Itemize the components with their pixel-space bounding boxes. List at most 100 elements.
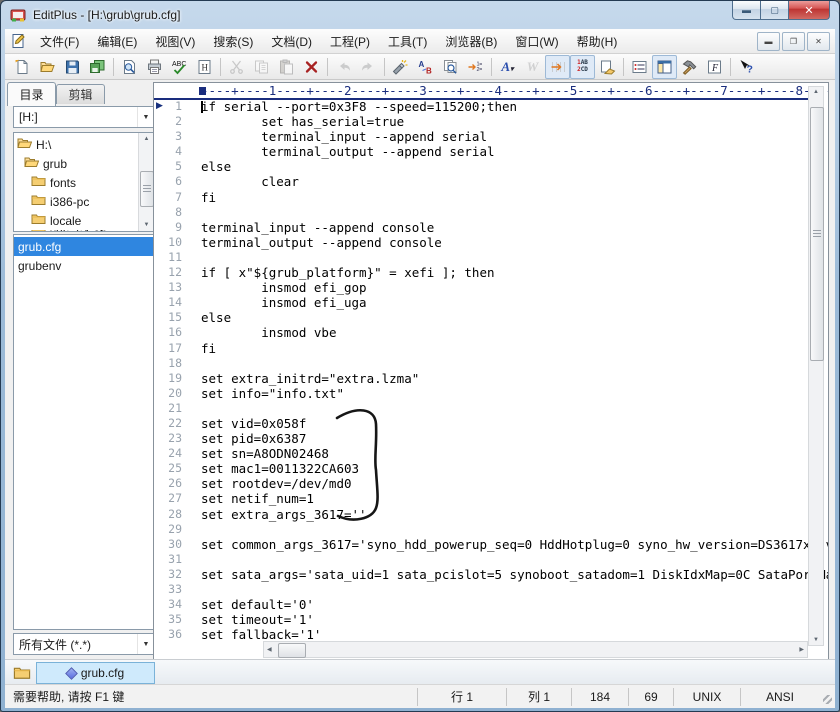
code-line[interactable]: 21	[154, 401, 809, 416]
code-line[interactable]: 28set extra_args_3617=''	[154, 507, 809, 522]
code-line[interactable]: 32set sata_args='sata_uid=1 sata_pcislot…	[154, 567, 809, 582]
save-all-button[interactable]	[85, 55, 110, 79]
document-icon[interactable]	[10, 33, 27, 49]
html-document-button[interactable]: H	[192, 55, 217, 79]
spell-check-button[interactable]: ABC	[167, 55, 192, 79]
mdi-minimize-button[interactable]: ▬	[757, 32, 780, 51]
code-line[interactable]: 19set extra_initrd="extra.lzma"	[154, 371, 809, 386]
menu-item-10[interactable]: 帮助(H)	[568, 30, 627, 53]
scroll-right-icon[interactable]: ▶	[799, 646, 804, 653]
code-line[interactable]: 30set common_args_3617='syno_hdd_powerup…	[154, 537, 809, 552]
scroll-down-icon[interactable]: ▼	[144, 222, 150, 228]
code-line[interactable]: 29	[154, 522, 809, 537]
menu-item-1[interactable]: 文件(F)	[31, 30, 88, 53]
tree-item-grub[interactable]: grub	[17, 154, 154, 173]
file-filter[interactable]: 所有文件 (*.*) ▼	[13, 633, 155, 655]
title-bar[interactable]: EditPlus - [H:\grub\grub.cfg]	[1, 1, 839, 29]
code-line[interactable]: 8	[154, 205, 809, 220]
menu-item-2[interactable]: 编辑(E)	[88, 30, 146, 53]
document-tab-grub-cfg[interactable]: grub.cfg	[36, 662, 155, 684]
editor-pane[interactable]: ----+----1----+----2----+----3----+----4…	[153, 82, 829, 660]
code-line[interactable]: 25set mac1=0011322CA603	[154, 461, 809, 476]
line-numbers-button[interactable]: 1AB2CD	[570, 55, 595, 79]
find-in-files-button[interactable]	[438, 55, 463, 79]
font-button[interactable]: A▾	[495, 55, 520, 79]
scroll-down-icon[interactable]: ▼	[809, 637, 823, 643]
code-line[interactable]: 26set rootdev=/dev/md0	[154, 476, 809, 491]
folder-icon[interactable]	[7, 662, 37, 683]
code-line[interactable]: 27set netif_num=1	[154, 491, 809, 506]
drive-selector[interactable]: [H:] ▼	[13, 106, 155, 128]
code-line[interactable]: 9terminal_input --append console	[154, 220, 809, 235]
tree-scrollbar-thumb[interactable]	[140, 171, 154, 207]
code-line[interactable]: 33	[154, 582, 809, 597]
code-line[interactable]: 18	[154, 356, 809, 371]
vertical-scrollbar-thumb[interactable]	[810, 107, 824, 361]
menu-item-9[interactable]: 窗口(W)	[506, 30, 567, 53]
file-item-grubenv[interactable]: grubenv	[14, 256, 154, 275]
open-file-button[interactable]	[35, 55, 60, 79]
document-settings-button[interactable]	[595, 55, 620, 79]
code-line[interactable]: 10terminal_output --append console	[154, 235, 809, 250]
menu-item-7[interactable]: 工具(T)	[379, 30, 436, 53]
user-tools-button[interactable]	[677, 55, 702, 79]
scroll-up-icon[interactable]: ▲	[144, 136, 150, 142]
tree-item-h[interactable]: H:\	[17, 135, 154, 154]
code-line[interactable]: 3 terminal_input --append serial	[154, 129, 809, 144]
minimize-button[interactable]: ▬	[732, 1, 761, 20]
save-button[interactable]	[60, 55, 85, 79]
code-line[interactable]: 14 insmod efi_uga	[154, 295, 809, 310]
code-line[interactable]: 17fi	[154, 341, 809, 356]
code-line[interactable]: 12if [ x"${grub_platform}" = xefi ]; the…	[154, 265, 809, 280]
code-line[interactable]: 1if serial --port=0x3F8 --speed=115200;t…	[154, 99, 809, 114]
document-list-button[interactable]	[627, 55, 652, 79]
replace-button[interactable]: AB	[413, 55, 438, 79]
code-line[interactable]: 16 insmod vbe	[154, 325, 809, 340]
close-button[interactable]: ✕	[788, 1, 830, 20]
mdi-close-button[interactable]: ✕	[807, 32, 830, 51]
delete-button[interactable]	[299, 55, 324, 79]
sidebar-toggle-button[interactable]	[652, 55, 677, 79]
show-tabs-button[interactable]	[545, 55, 570, 79]
menu-item-8[interactable]: 浏览器(B)	[436, 30, 506, 53]
print-preview-button[interactable]	[117, 55, 142, 79]
code-line[interactable]: 7fi	[154, 190, 809, 205]
resize-grip[interactable]	[819, 685, 835, 708]
tree-item-locale[interactable]: locale	[17, 211, 154, 230]
code-line[interactable]: 4 terminal_output --append serial	[154, 144, 809, 159]
maximize-button[interactable]: ▢	[761, 1, 788, 20]
tree-item-i386pc[interactable]: i386-pc	[17, 192, 154, 211]
code-line[interactable]: 6 clear	[154, 174, 809, 189]
tab-cliptext[interactable]: 剪辑	[56, 84, 105, 104]
code-line[interactable]: 11	[154, 250, 809, 265]
scroll-left-icon[interactable]: ◀	[267, 646, 272, 653]
goto-next-button[interactable]: 12	[463, 55, 488, 79]
code-line[interactable]: 24set sn=A8ODN02468	[154, 446, 809, 461]
code-line[interactable]: 15else	[154, 310, 809, 325]
code-line[interactable]: 5else	[154, 159, 809, 174]
print-button[interactable]	[142, 55, 167, 79]
code-line[interactable]: 22set vid=0x058f	[154, 416, 809, 431]
code-line[interactable]: 2 set has_serial=true	[154, 114, 809, 129]
code-line[interactable]: 35set timeout='1'	[154, 612, 809, 627]
tree-item-fonts[interactable]: fonts	[17, 173, 154, 192]
function-list-button[interactable]: F	[702, 55, 727, 79]
find-button[interactable]	[388, 55, 413, 79]
vertical-scrollbar[interactable]: ▲ ▼	[808, 86, 824, 646]
horizontal-scrollbar-thumb[interactable]	[278, 643, 306, 658]
code-line[interactable]: 20set info="info.txt"	[154, 386, 809, 401]
mdi-restore-button[interactable]: ❐	[782, 32, 805, 51]
tree-scrollbar[interactable]: ▲ ▼	[138, 133, 154, 231]
scroll-up-icon[interactable]: ▲	[809, 89, 823, 95]
tree-item-x8664efi[interactable]: x86_64-efi	[17, 230, 154, 232]
code-line[interactable]: 31	[154, 552, 809, 567]
code-line[interactable]: 34set default='0'	[154, 597, 809, 612]
new-file-button[interactable]	[10, 55, 35, 79]
file-item-grubcfg[interactable]: grub.cfg	[14, 237, 154, 256]
chevron-down-icon[interactable]: ▼	[137, 107, 154, 127]
code-line[interactable]: 13 insmod efi_gop	[154, 280, 809, 295]
tab-directory[interactable]: 目录	[7, 82, 56, 106]
menu-item-5[interactable]: 文档(D)	[262, 30, 321, 53]
context-help-button[interactable]: ?	[734, 55, 759, 79]
code-line[interactable]: 23set pid=0x6387	[154, 431, 809, 446]
